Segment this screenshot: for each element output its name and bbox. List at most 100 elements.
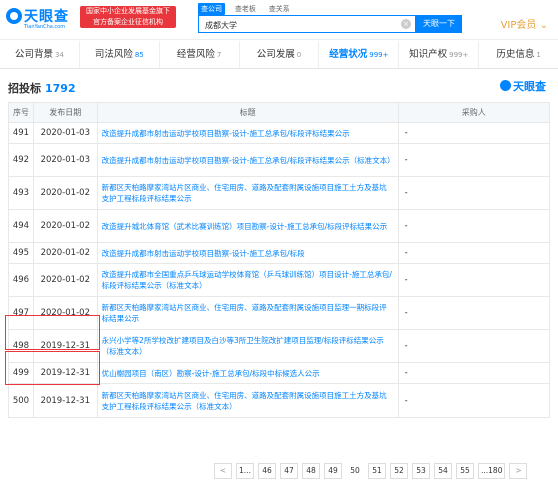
page-button[interactable]: 46: [258, 463, 276, 479]
row-title-link[interactable]: 新都区天柏路摩家湾站片区商业、住宅用房、道路及配套附属设施项目施工土方及基坑支护…: [98, 177, 399, 209]
table-row: 491 2020-01-03 改造提升成都市射击运动学校项目勘察-设计-施工总承…: [9, 123, 549, 144]
row-date: 2019-12-31: [34, 384, 98, 417]
search-tab-boss[interactable]: 查老板: [232, 3, 259, 15]
row-buyer: -: [404, 128, 408, 138]
tab-label: 司法风险: [94, 49, 133, 60]
badge-line-2: 官方备案企业征信机构: [93, 18, 163, 26]
row-buyer: -: [404, 248, 408, 258]
page-button[interactable]: 47: [280, 463, 298, 479]
row-no: 491: [9, 123, 34, 143]
clear-icon[interactable]: ×: [401, 19, 411, 29]
row-no: 492: [9, 144, 34, 176]
header-no: 序号: [9, 103, 34, 122]
vip-menu[interactable]: VIP会员 ⌄: [501, 16, 548, 31]
row-title-link[interactable]: 永兴小学等2所学校改扩建项目及白沙等3所卫生院改扩建项目监理/标段评标结果公示（…: [98, 330, 399, 362]
row-date: 2020-01-02: [34, 177, 98, 209]
page-button[interactable]: 49: [324, 463, 342, 479]
highlight-box: [5, 351, 100, 385]
logo-text: 天眼查: [24, 9, 69, 25]
chevron-down-icon: ⌄: [539, 20, 548, 31]
tab-label: 经营风险: [176, 49, 215, 60]
row-title-link[interactable]: 新都区天柏路摩家湾站片区商业、住宅用房、道路及配套附属设施项目监理一期标段评标结…: [98, 297, 399, 329]
row-buyer: -: [404, 155, 408, 165]
row-date: 2020-01-03: [34, 144, 98, 176]
page-button[interactable]: 54: [434, 463, 452, 479]
vip-label: VIP会员: [500, 20, 537, 31]
row-title-link[interactable]: 改造提升城北体育馆（武术比赛训练馆）项目勘察-设计-施工总承包/标段评标结果公示: [98, 210, 399, 242]
brand-text: 天眼查: [513, 80, 546, 93]
row-buyer: -: [404, 221, 408, 231]
highlight-box: [5, 315, 100, 350]
row-title-link[interactable]: 新都区天柏路摩家湾站片区商业、住宅用房、道路及配套附属设施项目施工土方及基坑支护…: [98, 384, 399, 417]
logo-eye-icon: [500, 80, 511, 91]
page-button[interactable]: ...180: [478, 463, 506, 479]
table-row: 493 2020-01-02 新都区天柏路摩家湾站片区商业、住宅用房、道路及配套…: [9, 177, 549, 210]
header-date: 发布日期: [34, 103, 98, 122]
tab-count: 0: [296, 51, 302, 59]
search-input-value: 成都大学: [205, 21, 237, 30]
tab-legal-risk[interactable]: 司法风险 85: [80, 41, 160, 68]
section-title-text: 招投标: [8, 82, 41, 95]
tab-history[interactable]: 历史信息 1: [479, 41, 558, 68]
row-date: 2020-01-02: [34, 264, 98, 296]
page-button[interactable]: 1...: [236, 463, 254, 479]
search-button[interactable]: 天眼一下: [416, 15, 462, 33]
tab-business-risk[interactable]: 经营风险 7: [160, 41, 240, 68]
search-tab-company[interactable]: 查公司: [198, 3, 225, 15]
badge-line-1: 国家中小企业发展基金旗下: [86, 7, 170, 15]
logo-subtext: TianYanCha.com: [24, 24, 66, 30]
row-buyer: -: [404, 395, 408, 406]
search-type-tabs: 查公司 查老板 查关系: [198, 3, 297, 15]
page-button[interactable]: 51: [368, 463, 386, 479]
tab-label: 公司发展: [256, 49, 295, 60]
tab-intellectual-property[interactable]: 知识产权 999+: [399, 41, 480, 68]
tab-label: 知识产权: [409, 49, 448, 60]
row-no: 495: [9, 243, 34, 263]
site-logo[interactable]: 天眼查 TianYanCha.com: [6, 6, 72, 32]
tab-label: 公司背景: [14, 49, 53, 60]
tab-company-development[interactable]: 公司发展 0: [240, 41, 320, 68]
row-title-link[interactable]: 改造提升成都市射击运动学校项目勘察-设计-施工总承包/标段评标结果公示（标准文本…: [98, 144, 399, 176]
row-title-link[interactable]: 改造提升成都市全国重点乒乓球运动学校体育馆（乒乓球训练馆）项目设计-施工总承包/…: [98, 264, 399, 296]
row-no: 493: [9, 177, 34, 209]
page-button[interactable]: 53: [412, 463, 430, 479]
table-row: 492 2020-01-03 改造提升成都市射击运动学校项目勘察-设计-施工总承…: [9, 144, 549, 177]
page-button[interactable]: 48: [302, 463, 320, 479]
company-nav-tabs: 公司背景 34 司法风险 85 经营风险 7 公司发展 0 经营状况 999+ 知识产权 9…: [0, 41, 558, 69]
certification-badge: 国家中小企业发展基金旗下 官方备案企业征信机构: [80, 6, 176, 28]
header-buyer: 采购人: [461, 108, 486, 117]
tab-count: 999+: [369, 51, 389, 59]
section-title: 招投标 1792: [8, 80, 76, 96]
header-title: 标题: [98, 103, 399, 122]
table-header: 序号 发布日期 标题 采购人: [9, 103, 549, 123]
page-button[interactable]: 52: [390, 463, 408, 479]
row-buyer: -: [404, 368, 408, 378]
table-row: 496 2020-01-02 改造提升成都市全国重点乒乓球运动学校体育馆（乒乓球…: [9, 264, 549, 297]
search-tab-relation[interactable]: 查关系: [266, 3, 293, 15]
tab-count: 85: [134, 51, 144, 59]
next-page-button[interactable]: >: [509, 463, 528, 479]
search-input[interactable]: 成都大学 ×: [198, 15, 416, 33]
table-row: 500 2019-12-31 新都区天柏路摩家湾站片区商业、住宅用房、道路及配套…: [9, 384, 549, 417]
tab-label: 历史信息: [496, 49, 535, 60]
row-title-link[interactable]: 优山榭园项目（南区）勘察-设计-施工总承包/标段中标候选人公示: [98, 363, 399, 383]
table-row: 495 2020-01-02 改造提升成都市射击运动学校项目勘察-设计-施工总承…: [9, 243, 549, 264]
tab-count: 34: [54, 51, 64, 59]
row-title-link[interactable]: 改造提升成都市射击运动学校项目勘察-设计-施工总承包/标段: [98, 243, 399, 263]
tab-count: 1: [536, 51, 541, 59]
tab-count: 7: [216, 51, 222, 59]
prev-page-button[interactable]: <: [214, 463, 232, 479]
row-date: 2020-01-02: [34, 210, 98, 242]
page-button[interactable]: 55: [456, 463, 474, 479]
top-header: 天眼查 TianYanCha.com 国家中小企业发展基金旗下 官方备案企业征信…: [0, 0, 558, 40]
row-buyer: -: [404, 275, 408, 285]
section-count: 1792: [45, 82, 76, 95]
row-title-link[interactable]: 改造提升成都市射击运动学校项目勘察-设计-施工总承包/标段评标结果公示: [98, 123, 399, 143]
tab-company-background[interactable]: 公司背景 34: [0, 41, 80, 68]
row-no: 494: [9, 210, 34, 242]
tab-business-status[interactable]: 经营状况 999+: [319, 41, 400, 68]
row-buyer: -: [404, 308, 408, 318]
table-row: 494 2020-01-02 改造提升城北体育馆（武术比赛训练馆）项目勘察-设计…: [9, 210, 549, 243]
row-buyer: -: [404, 341, 408, 351]
row-no: 500: [9, 384, 34, 417]
